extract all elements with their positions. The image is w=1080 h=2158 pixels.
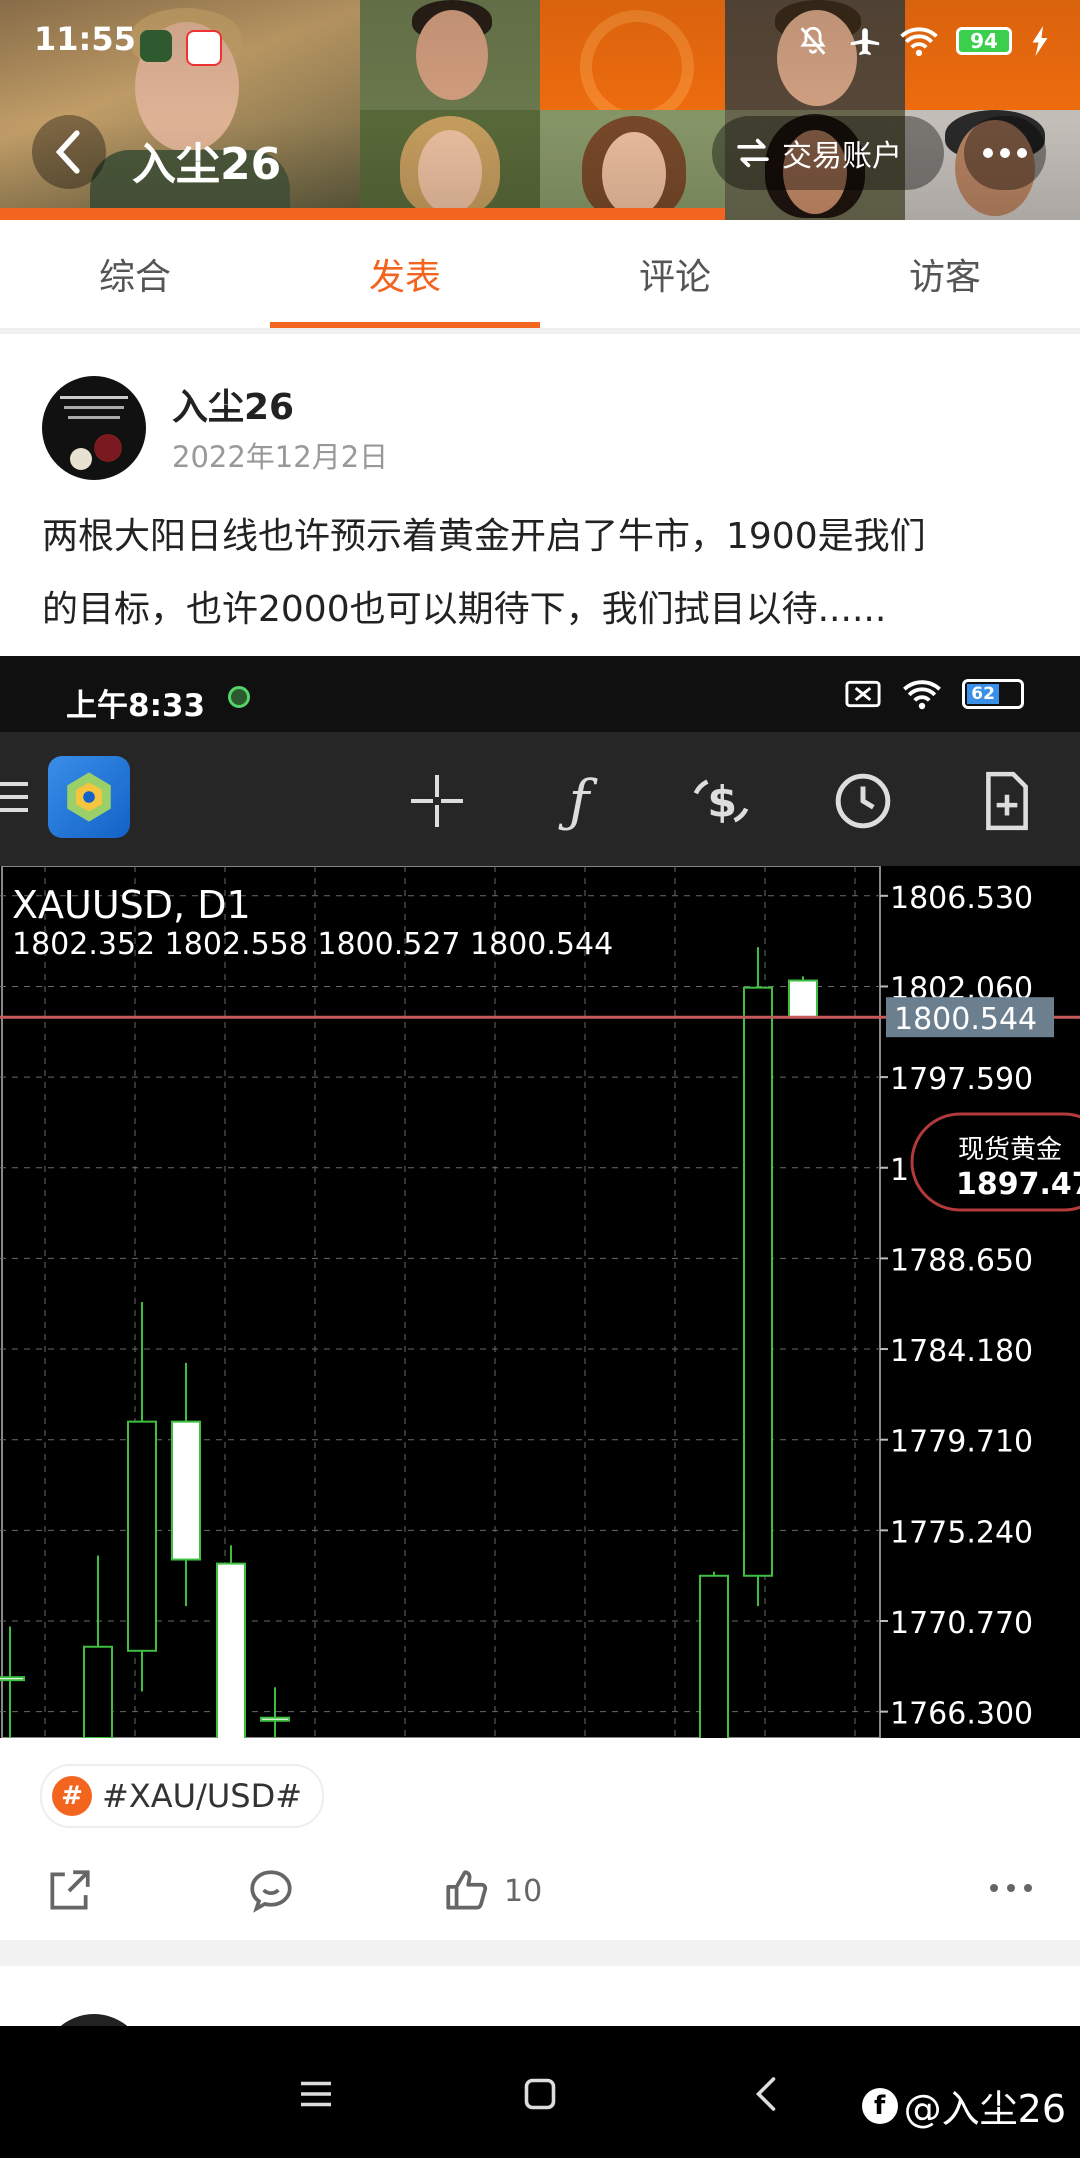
share-icon	[50, 1870, 90, 1910]
chevron-left-icon	[55, 130, 80, 174]
author-avatar	[42, 2014, 146, 2026]
battery-icon: 94	[956, 27, 1012, 55]
post-text-line: 的目标，也许2000也可以期待下，我们拭目以待......	[42, 589, 887, 630]
post-text: 两根大阳日线也许预示着黄金开启了牛市，1900是我们 的目标，也许2000也可以…	[42, 500, 1042, 646]
candle-body	[83, 1645, 113, 1738]
like-button[interactable]: 10	[442, 1866, 542, 1916]
hashtag-icon: #	[52, 1776, 92, 1816]
author-avatar[interactable]	[42, 376, 146, 480]
candle-body	[0, 1676, 25, 1682]
like-count: 10	[504, 1873, 543, 1909]
mute-icon	[800, 26, 826, 55]
post-image[interactable]: 上午8:33 62 ƒ $ 1806.530 1802.060 1797.590…	[0, 656, 1080, 1738]
candle-body	[127, 1420, 157, 1652]
embedded-status-bar: 上午8:33 62	[0, 656, 1080, 732]
sim-off-icon	[845, 680, 881, 708]
comment-icon	[250, 1870, 292, 1913]
recent-apps-button[interactable]	[288, 2066, 344, 2122]
tab-visitors[interactable]: 访客	[810, 220, 1080, 328]
more-options-button[interactable]	[964, 116, 1046, 190]
chart-ohlc: 1802.352 1802.558 1800.527 1800.544	[12, 927, 613, 962]
y-tick-label: 1779.710	[890, 1425, 1033, 1460]
trading-account-button[interactable]: 交易账户	[712, 116, 944, 190]
notification-app-icon	[186, 30, 222, 66]
topic-tag-label: #XAU/USD#	[102, 1777, 303, 1815]
new-order-icon	[974, 768, 1040, 834]
y-tick-label: 1770.770	[890, 1606, 1033, 1641]
indicators-icon: ƒ	[568, 768, 590, 834]
clock-icon	[830, 768, 896, 834]
y-tick-label: 1797.590	[890, 1062, 1033, 1097]
watermark-text: @入尘26	[903, 2087, 1066, 2131]
status-icons: 94	[796, 24, 1050, 58]
candle-body	[260, 1716, 290, 1722]
home-square-icon	[524, 2078, 556, 2110]
metatrader-logo	[48, 756, 130, 838]
svg-text:$: $	[707, 778, 737, 828]
watermark: f @入尘26	[861, 2078, 1066, 2133]
next-post-card[interactable]	[0, 1966, 1080, 2026]
price-badge-value: 1897.47	[956, 1167, 1080, 1202]
candle-body	[788, 979, 818, 1019]
current-price-label: 1800.544	[894, 1002, 1037, 1037]
post-text-line: 两根大阳日线也许预示着黄金开启了牛市，1900是我们	[42, 516, 926, 557]
author-name[interactable]: 入尘26	[172, 378, 294, 430]
battery-level: 62	[967, 684, 1000, 704]
topic-tag[interactable]: # #XAU/USD#	[40, 1764, 325, 1828]
candle-body	[743, 986, 773, 1577]
comment-button[interactable]	[246, 1866, 296, 1916]
battery-icon: 62	[962, 679, 1024, 709]
tab-overview[interactable]: 综合	[0, 220, 270, 328]
price-badge-label: 现货黄金	[958, 1135, 1062, 1165]
post-date: 2022年12月2日	[172, 440, 389, 474]
chevron-left-icon	[755, 2077, 776, 2111]
trading-account-label: 交易账户	[782, 139, 902, 174]
system-navigation-bar: f @入尘26	[0, 2026, 1080, 2158]
y-tick-label: 1784.180	[890, 1334, 1033, 1369]
y-tick-label: 1775.240	[890, 1515, 1033, 1550]
price-badge[interactable]: 现货黄金 1897.47	[910, 1112, 1080, 1212]
tab-comments[interactable]: 评论	[540, 220, 810, 328]
candle-body	[699, 1574, 729, 1738]
status-time: 11:55	[34, 20, 136, 58]
home-button[interactable]	[512, 2066, 568, 2122]
menu-icon	[0, 782, 28, 821]
charging-icon	[1032, 26, 1048, 56]
embedded-status-time: 上午8:33	[66, 688, 206, 724]
crosshair-icon	[404, 768, 470, 834]
candle-body	[216, 1562, 246, 1738]
facebook-icon: f	[861, 2087, 898, 2124]
post-more-button[interactable]	[990, 1884, 1032, 1892]
post-actions: 10	[0, 1844, 1080, 1944]
y-tick-label: 1788.650	[890, 1243, 1033, 1278]
thumbs-up-icon	[446, 1870, 488, 1910]
wifi-icon	[900, 27, 938, 57]
y-tick-label: 1766.300	[890, 1697, 1033, 1732]
wifi-icon	[903, 680, 941, 710]
notification-app-icon	[140, 30, 172, 62]
tab-posts[interactable]: 发表	[270, 220, 540, 328]
candlestick-chart: 1806.5301802.0601797.5901793.1201788.650…	[0, 865, 1080, 1738]
swap-icon	[737, 138, 769, 168]
back-button[interactable]	[32, 115, 106, 189]
metatrader-toolbar: ƒ $	[0, 732, 1080, 866]
profile-tabs: 综合 发表 评论 访客	[0, 220, 1080, 330]
airplane-icon	[850, 28, 880, 56]
share-button[interactable]	[44, 1866, 94, 1916]
menu-icon	[301, 2081, 331, 2107]
chart-symbol: XAUUSD, D1	[12, 883, 251, 927]
trade-icon: $	[688, 768, 754, 834]
notification-dot-icon	[228, 686, 250, 708]
profile-title: 入尘26	[132, 139, 282, 190]
y-tick-label: 1806.530	[890, 881, 1033, 916]
chart-svg: 1806.5301802.0601797.5901793.1201788.650…	[0, 865, 1080, 1738]
post-card: 入尘26 2022年12月2日 两根大阳日线也许预示着黄金开启了牛市，1900是…	[0, 334, 1080, 1940]
nav-back-button[interactable]	[738, 2066, 794, 2122]
candle-body	[171, 1420, 201, 1561]
